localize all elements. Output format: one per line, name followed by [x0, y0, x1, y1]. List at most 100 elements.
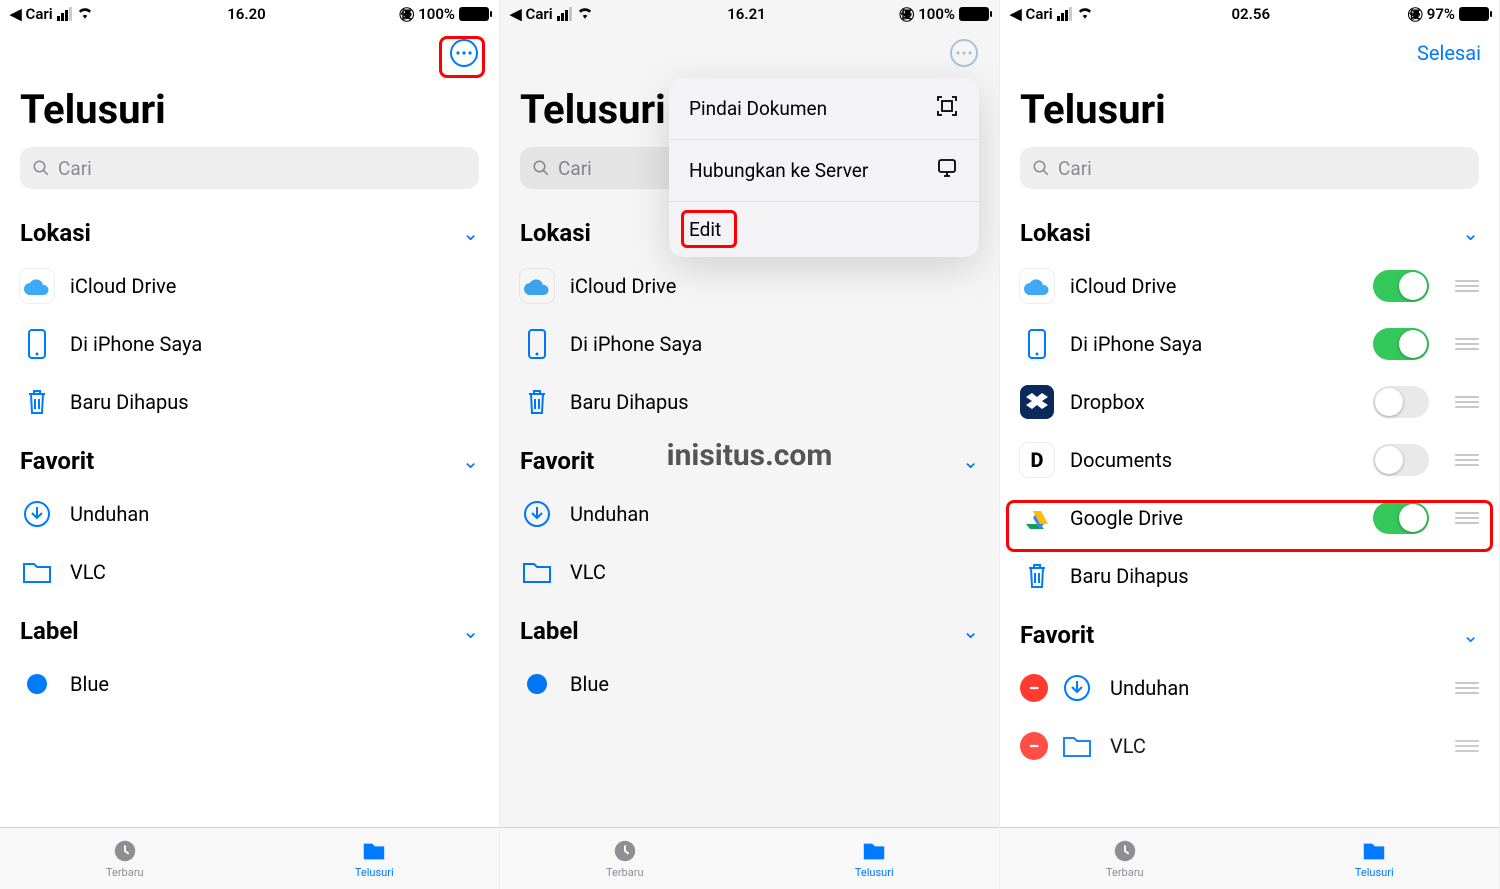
search-input[interactable]: Cari — [1020, 147, 1479, 189]
location-iphone: Di iPhone Saya — [1000, 315, 1499, 373]
nav-bar — [500, 28, 999, 78]
chevron-down-icon: ⌄ — [1462, 623, 1479, 647]
phone-icon — [20, 327, 54, 361]
location-icloud[interactable]: iCloud Drive — [500, 257, 999, 315]
location-trash[interactable]: Baru Dihapus — [500, 373, 999, 431]
tab-browse[interactable]: Telusuri — [1250, 828, 1500, 889]
status-bar: ◀ Cari 02.56 ㊝ 97% — [1000, 0, 1499, 28]
search-icon — [532, 159, 550, 177]
location-trash[interactable]: Baru Dihapus — [0, 373, 499, 431]
battery-percent: 97% — [1427, 5, 1455, 23]
drag-handle[interactable] — [1455, 454, 1479, 466]
location-dropbox: Dropbox — [1000, 373, 1499, 431]
toggle-dropbox[interactable] — [1373, 386, 1429, 418]
tab-recent[interactable]: Terbaru — [0, 828, 250, 889]
battery-percent: 100% — [418, 5, 455, 23]
favorite-downloads[interactable]: Unduhan — [500, 485, 999, 543]
download-icon — [520, 497, 554, 531]
chevron-down-icon: ⌄ — [462, 221, 479, 245]
tag-blue[interactable]: Blue — [500, 655, 999, 713]
section-favorit-header[interactable]: Favorit ⌄ — [500, 431, 999, 485]
done-button[interactable]: Selesai — [1417, 41, 1481, 65]
remove-button[interactable]: − — [1020, 732, 1048, 760]
wifi-icon — [76, 5, 94, 23]
orientation-lock-icon: ㊝ — [899, 4, 914, 25]
icloud-icon — [20, 269, 54, 303]
tab-recent[interactable]: Terbaru — [1000, 828, 1250, 889]
scan-icon — [935, 94, 959, 123]
chevron-down-icon: ⌄ — [962, 449, 979, 473]
wifi-icon — [576, 5, 594, 23]
section-label-header[interactable]: Label ⌄ — [500, 601, 999, 655]
folder-icon — [860, 838, 888, 864]
favorite-vlc[interactable]: VLC — [0, 543, 499, 601]
search-placeholder: Cari — [58, 157, 92, 180]
tab-bar: Terbaru Telusuri — [1000, 827, 1499, 889]
section-favorit-header[interactable]: Favorit ⌄ — [0, 431, 499, 485]
phone-icon — [1020, 327, 1054, 361]
folder-icon — [20, 555, 54, 589]
nav-bar: Selesai — [1000, 28, 1499, 78]
search-icon — [1032, 159, 1050, 177]
status-bar: ◀ Cari 16.20 ㊝ 100% — [0, 0, 499, 28]
favorite-vlc[interactable]: VLC — [500, 543, 999, 601]
search-placeholder: Cari — [558, 157, 592, 180]
section-lokasi-header[interactable]: Lokasi ⌄ — [0, 203, 499, 257]
drag-handle[interactable] — [1455, 512, 1479, 524]
tag-blue[interactable]: Blue — [0, 655, 499, 713]
drag-handle[interactable] — [1455, 740, 1479, 752]
download-icon — [1060, 671, 1094, 705]
remove-button[interactable]: − — [1020, 674, 1048, 702]
drag-handle[interactable] — [1455, 338, 1479, 350]
search-input[interactable]: Cari — [20, 147, 479, 189]
menu-edit[interactable]: Edit — [669, 202, 979, 257]
back-app-label[interactable]: Cari — [526, 5, 553, 23]
menu-scan-documents[interactable]: Pindai Dokumen — [669, 78, 979, 140]
toggle-documents[interactable] — [1373, 444, 1429, 476]
toggle-icloud[interactable] — [1373, 270, 1429, 302]
back-app-label[interactable]: Cari — [1026, 5, 1053, 23]
tab-browse[interactable]: Telusuri — [250, 828, 500, 889]
location-iphone[interactable]: Di iPhone Saya — [0, 315, 499, 373]
section-lokasi-header[interactable]: Lokasi ⌄ — [1000, 203, 1499, 257]
chevron-down-icon: ⌄ — [462, 449, 479, 473]
location-iphone[interactable]: Di iPhone Saya — [500, 315, 999, 373]
more-button[interactable] — [447, 36, 481, 70]
documents-icon: D — [1020, 443, 1054, 477]
drag-handle[interactable] — [1455, 682, 1479, 694]
drag-handle[interactable] — [1455, 280, 1479, 292]
chevron-down-icon: ⌄ — [962, 619, 979, 643]
toggle-iphone[interactable] — [1373, 328, 1429, 360]
back-app-label[interactable]: Cari — [26, 5, 53, 23]
drag-handle[interactable] — [1455, 396, 1479, 408]
menu-connect-server[interactable]: Hubungkan ke Server — [669, 140, 979, 202]
section-favorit-header[interactable]: Favorit ⌄ — [1000, 605, 1499, 659]
search-placeholder: Cari — [1058, 157, 1092, 180]
battery-icon — [459, 7, 489, 21]
back-indicator-icon[interactable]: ◀ — [10, 5, 22, 23]
page-title: Telusuri — [0, 78, 499, 143]
tab-recent[interactable]: Terbaru — [500, 828, 750, 889]
clock: 16.21 — [727, 5, 766, 23]
wifi-icon — [1076, 5, 1094, 23]
more-button[interactable] — [947, 36, 981, 70]
signal-icon — [57, 7, 72, 21]
server-icon — [935, 156, 959, 185]
trash-icon — [1020, 559, 1054, 593]
location-icloud: iCloud Drive — [1000, 257, 1499, 315]
back-indicator-icon[interactable]: ◀ — [1010, 5, 1022, 23]
favorite-downloads: − Unduhan — [1000, 659, 1499, 717]
clock-icon — [611, 838, 639, 864]
location-icloud[interactable]: iCloud Drive — [0, 257, 499, 315]
toggle-gdrive[interactable] — [1373, 502, 1429, 534]
location-trash[interactable]: Baru Dihapus — [1000, 547, 1499, 605]
section-label-header[interactable]: Label ⌄ — [0, 601, 499, 655]
nav-bar — [0, 28, 499, 78]
folder-icon — [520, 555, 554, 589]
back-indicator-icon[interactable]: ◀ — [510, 5, 522, 23]
blue-tag-icon — [20, 667, 54, 701]
favorite-downloads[interactable]: Unduhan — [0, 485, 499, 543]
tab-browse[interactable]: Telusuri — [750, 828, 1000, 889]
tab-bar: Terbaru Telusuri — [500, 827, 999, 889]
clock: 16.20 — [227, 5, 266, 23]
